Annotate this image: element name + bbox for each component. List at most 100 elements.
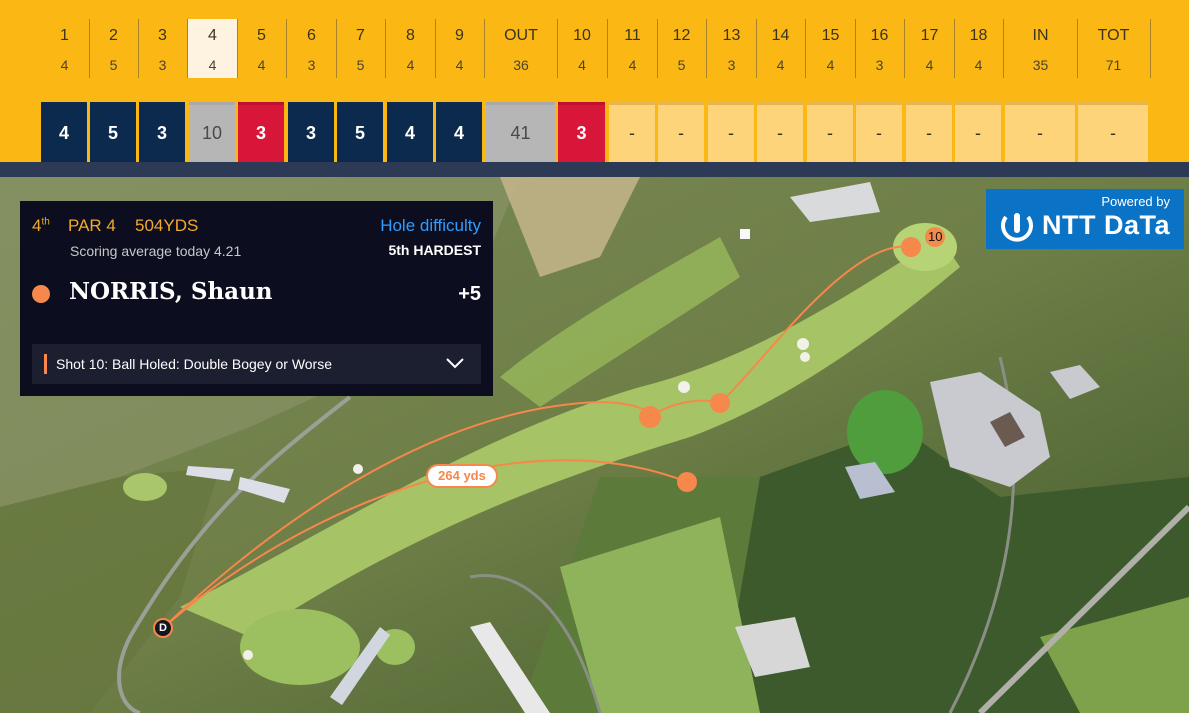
score-cell-6[interactable]: 3 — [288, 102, 334, 162]
hole-number: 11 — [624, 27, 641, 44]
hole-header-3[interactable]: 33 — [138, 19, 187, 78]
powered-by-label: Powered by — [1101, 194, 1170, 209]
score-cell-16[interactable]: - — [856, 102, 902, 162]
hole-number: 16 — [870, 27, 889, 44]
hole-number: 2 — [109, 27, 118, 44]
hole-number: 17 — [920, 27, 939, 44]
score-cell-10[interactable]: 3 — [558, 102, 605, 162]
hole-header-2[interactable]: 25 — [89, 19, 138, 78]
tee-marker: D — [153, 618, 173, 638]
hole-header-5[interactable]: 54 — [237, 19, 286, 78]
score-cell-tot[interactable]: - — [1078, 102, 1148, 162]
hole-number: TOT — [1097, 27, 1130, 44]
chevron-down-icon[interactable] — [445, 356, 465, 370]
hole-header-16[interactable]: 16 3 — [855, 19, 904, 78]
hole-number: 9 — [455, 27, 464, 44]
hole-par: 4 — [257, 57, 266, 73]
hole-par: 5 — [356, 57, 365, 73]
hole-number: IN — [1032, 27, 1049, 44]
hole-par: 4 — [60, 57, 69, 73]
score-cell-2[interactable]: 5 — [90, 102, 136, 162]
hole-header-12[interactable]: 12 5 — [657, 19, 706, 78]
score-cell-5[interactable]: 3 — [238, 102, 284, 162]
hole-number: 10 — [573, 27, 591, 44]
score-cell-12[interactable]: - — [658, 102, 704, 162]
hole-header-15[interactable]: 15 4 — [806, 19, 855, 78]
last-shot-number: 10 — [928, 229, 943, 244]
hole-number: 8 — [406, 27, 415, 44]
sponsor-brand: NTT DaTa — [1042, 210, 1171, 240]
hole-par: 3 — [307, 57, 316, 73]
hole-par: 4 — [455, 57, 464, 73]
hole-header-8[interactable]: 84 — [386, 19, 435, 78]
scoring-average: Scoring average today 4.21 — [70, 243, 242, 259]
hole-number: 18 — [969, 27, 988, 44]
score-cell-in[interactable]: - — [1005, 102, 1075, 162]
scorecard-bottom-strip — [0, 162, 1189, 177]
score-cell-3[interactable]: 3 — [139, 102, 185, 162]
hole-par: 3 — [727, 57, 736, 73]
player-name: NORRIS, Shaun — [69, 278, 273, 305]
hole-number: 15 — [821, 27, 840, 44]
score-cell-18[interactable]: - — [955, 102, 1001, 162]
hole-difficulty-value: 5th HARDEST — [388, 242, 481, 258]
hole-ordinal: 4th — [32, 216, 50, 235]
hole-number: 7 — [356, 27, 365, 44]
hole-header-14[interactable]: 14 4 — [756, 19, 805, 78]
hole-header-17[interactable]: 17 4 — [905, 19, 954, 78]
scorecard: 1 4 2 5 3 3 4 4 5 4 6 3 7 5 8 4 9 4 OUT 36 10 4 11 4 12 5 13 3 14 4 15… — [0, 0, 1189, 162]
score-cell-11[interactable]: - — [609, 102, 655, 162]
score-cell-13[interactable]: - — [708, 102, 754, 162]
column-divider — [1150, 19, 1151, 78]
hole-header-1[interactable]: 14 — [40, 19, 89, 78]
hole-number: 3 — [158, 27, 167, 44]
hole-header-11[interactable]: 11 4 — [608, 19, 657, 78]
hole-par: 5 — [109, 57, 118, 73]
hole-number: 6 — [307, 27, 316, 44]
hole-header-6[interactable]: 63 — [287, 19, 336, 78]
hole-par: 35 — [1032, 57, 1049, 73]
hole-header-7[interactable]: 75 — [336, 19, 385, 78]
hole-par: 36 — [513, 57, 529, 73]
hole-par: 4 — [974, 57, 983, 73]
score-cell-15[interactable]: - — [807, 102, 853, 162]
score-cell-17[interactable]: - — [906, 102, 952, 162]
hole-yardage: 504YDS — [135, 216, 199, 235]
hole-par: 4 — [628, 57, 637, 73]
hole-number: 1 — [60, 27, 69, 44]
hole-header-4[interactable]: 44 — [188, 19, 237, 78]
hole-number: 14 — [771, 27, 790, 44]
hole-par: 4 — [578, 57, 586, 73]
hole-number: 4 — [208, 27, 217, 44]
hole-par: 4 — [776, 57, 785, 73]
hole-info-panel: 4th PAR 4 504YDS Scoring average today 4… — [20, 201, 493, 396]
sponsor-badge[interactable]: Powered by NTT DaTa — [986, 189, 1184, 249]
hole-number: 5 — [257, 27, 266, 44]
hole-header-tot[interactable]: TOT 71 — [1077, 19, 1150, 78]
hole-number: OUT — [504, 27, 538, 44]
hole-par: 3 — [875, 57, 884, 73]
player-color-dot — [32, 285, 50, 303]
hole-header-13[interactable]: 13 3 — [707, 19, 756, 78]
hole-par: 71 — [1105, 57, 1122, 73]
hole-header-9[interactable]: 94 — [435, 19, 484, 78]
score-cell-7[interactable]: 5 — [337, 102, 383, 162]
score-cell-9[interactable]: 4 — [436, 102, 482, 162]
hole-header-18[interactable]: 18 4 — [954, 19, 1003, 78]
hole-difficulty-label: Hole difficulty — [380, 216, 481, 235]
hole-number: 13 — [722, 27, 741, 44]
hole-par: PAR 4 — [68, 216, 116, 235]
hole-par: 4 — [925, 57, 934, 73]
hole-number: 12 — [672, 27, 691, 44]
hole-par: 4 — [826, 57, 835, 73]
hole-header-out[interactable]: OUT 36 — [485, 19, 557, 78]
score-cell-8[interactable]: 4 — [387, 102, 433, 162]
score-cell-out[interactable]: 41 — [486, 102, 555, 162]
hole-header-in[interactable]: IN 35 — [1004, 19, 1077, 78]
hole-header-10[interactable]: 10 4 — [557, 19, 607, 78]
ntt-logo-icon — [1001, 213, 1033, 242]
shot-selector-dropdown[interactable]: Shot 10: Ball Holed: Double Bogey or Wor… — [32, 344, 481, 384]
score-cell-1[interactable]: 4 — [41, 102, 87, 162]
score-cell-14[interactable]: - — [757, 102, 803, 162]
score-cell-4[interactable]: 10 — [189, 102, 235, 162]
